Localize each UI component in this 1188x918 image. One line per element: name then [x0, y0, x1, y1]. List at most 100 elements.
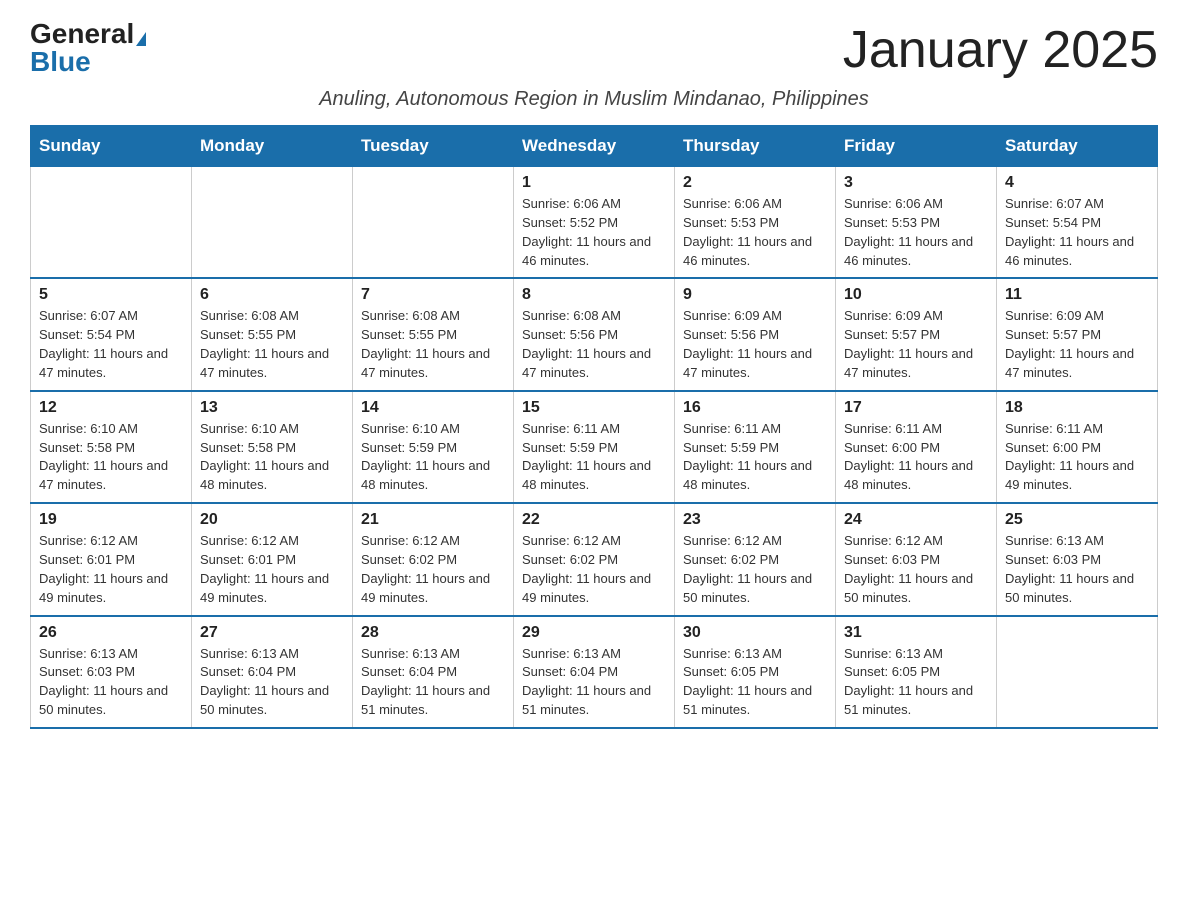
day-number: 28: [361, 624, 505, 642]
day-number: 30: [683, 624, 827, 642]
calendar-week-row: 5 Sunrise: 6:07 AM Sunset: 5:54 PM Daylig…: [31, 278, 1158, 390]
day-info: Sunrise: 6:08 AM Sunset: 5:55 PM Dayligh…: [361, 307, 505, 382]
calendar-table: Sunday Monday Tuesday Wednesday Thursday…: [30, 125, 1158, 729]
day-info: Sunrise: 6:08 AM Sunset: 5:56 PM Dayligh…: [522, 307, 666, 382]
table-row: 30Sunrise: 6:13 AM Sunset: 6:05 PM Dayli…: [675, 616, 836, 728]
table-row: 20 Sunrise: 6:12 AM Sunset: 6:01 PM Dayli…: [192, 503, 353, 615]
day-info: Sunrise: 6:07 AM Sunset: 5:54 PM Dayligh…: [1005, 195, 1149, 270]
logo-general-line: General: [30, 20, 146, 48]
day-info: Sunrise: 6:06 AM Sunset: 5:53 PM Dayligh…: [844, 195, 988, 270]
day-number: 16: [683, 399, 827, 417]
col-tuesday: Tuesday: [353, 126, 514, 167]
month-title: January 2025: [843, 20, 1158, 80]
day-info: Sunrise: 6:13 AM Sunset: 6:04 PM Dayligh…: [522, 645, 666, 720]
day-number: 6: [200, 286, 344, 304]
day-info: Sunrise: 6:13 AM Sunset: 6:04 PM Dayligh…: [361, 645, 505, 720]
table-row: 2 Sunrise: 6:06 AM Sunset: 5:53 PM Daylig…: [675, 167, 836, 279]
table-row: 11Sunrise: 6:09 AM Sunset: 5:57 PM Dayli…: [997, 278, 1158, 390]
day-number: 27: [200, 624, 344, 642]
page-header: General Blue January 2025: [30, 20, 1158, 80]
day-info: Sunrise: 6:13 AM Sunset: 6:03 PM Dayligh…: [39, 645, 183, 720]
day-number: 29: [522, 624, 666, 642]
table-row: 13Sunrise: 6:10 AM Sunset: 5:58 PM Dayli…: [192, 391, 353, 503]
day-number: 12: [39, 399, 183, 417]
logo-general-text: General: [30, 18, 134, 49]
table-row: 16Sunrise: 6:11 AM Sunset: 5:59 PM Dayli…: [675, 391, 836, 503]
day-number: 1: [522, 174, 666, 192]
day-info: Sunrise: 6:12 AM Sunset: 6:01 PM Dayligh…: [200, 532, 344, 607]
logo-blue-text: Blue: [30, 46, 91, 77]
day-info: Sunrise: 6:11 AM Sunset: 6:00 PM Dayligh…: [844, 420, 988, 495]
table-row: 27 Sunrise: 6:13 AM Sunset: 6:04 PM Dayli…: [192, 616, 353, 728]
day-number: 23: [683, 511, 827, 529]
day-number: 4: [1005, 174, 1149, 192]
table-row: 12 Sunrise: 6:10 AM Sunset: 5:58 PM Dayli…: [31, 391, 192, 503]
day-number: 22: [522, 511, 666, 529]
day-number: 26: [39, 624, 183, 642]
day-info: Sunrise: 6:12 AM Sunset: 6:01 PM Dayligh…: [39, 532, 183, 607]
table-row: 7 Sunrise: 6:08 AM Sunset: 5:55 PM Daylig…: [353, 278, 514, 390]
table-row: 22 Sunrise: 6:12 AM Sunset: 6:02 PM Dayli…: [514, 503, 675, 615]
day-info: Sunrise: 6:12 AM Sunset: 6:02 PM Dayligh…: [361, 532, 505, 607]
day-info: Sunrise: 6:07 AM Sunset: 5:54 PM Dayligh…: [39, 307, 183, 382]
table-row: 19 Sunrise: 6:12 AM Sunset: 6:01 PM Dayli…: [31, 503, 192, 615]
day-info: Sunrise: 6:10 AM Sunset: 5:58 PM Dayligh…: [39, 420, 183, 495]
table-row: 3Sunrise: 6:06 AM Sunset: 5:53 PM Daylig…: [836, 167, 997, 279]
table-row: 28 Sunrise: 6:13 AM Sunset: 6:04 PM Dayli…: [353, 616, 514, 728]
table-row: 6 Sunrise: 6:08 AM Sunset: 5:55 PM Daylig…: [192, 278, 353, 390]
day-number: 14: [361, 399, 505, 417]
day-info: Sunrise: 6:11 AM Sunset: 5:59 PM Dayligh…: [522, 420, 666, 495]
day-info: Sunrise: 6:09 AM Sunset: 5:57 PM Dayligh…: [844, 307, 988, 382]
day-info: Sunrise: 6:10 AM Sunset: 5:59 PM Dayligh…: [361, 420, 505, 495]
logo-triangle-icon: [136, 32, 146, 46]
calendar-week-row: 19 Sunrise: 6:12 AM Sunset: 6:01 PM Dayli…: [31, 503, 1158, 615]
col-sunday: Sunday: [31, 126, 192, 167]
day-number: 8: [522, 286, 666, 304]
calendar-week-row: 1Sunrise: 6:06 AM Sunset: 5:52 PM Daylig…: [31, 167, 1158, 279]
table-row: 31 Sunrise: 6:13 AM Sunset: 6:05 PM Dayli…: [836, 616, 997, 728]
table-row: 18 Sunrise: 6:11 AM Sunset: 6:00 PM Dayli…: [997, 391, 1158, 503]
day-info: Sunrise: 6:12 AM Sunset: 6:02 PM Dayligh…: [522, 532, 666, 607]
day-info: Sunrise: 6:13 AM Sunset: 6:04 PM Dayligh…: [200, 645, 344, 720]
day-number: 19: [39, 511, 183, 529]
logo: General Blue: [30, 20, 146, 76]
day-number: 18: [1005, 399, 1149, 417]
day-info: Sunrise: 6:09 AM Sunset: 5:56 PM Dayligh…: [683, 307, 827, 382]
table-row: 4 Sunrise: 6:07 AM Sunset: 5:54 PM Daylig…: [997, 167, 1158, 279]
day-number: 21: [361, 511, 505, 529]
day-number: 10: [844, 286, 988, 304]
col-friday: Friday: [836, 126, 997, 167]
day-number: 11: [1005, 286, 1149, 304]
day-number: 17: [844, 399, 988, 417]
day-number: 25: [1005, 511, 1149, 529]
table-row: 14 Sunrise: 6:10 AM Sunset: 5:59 PM Dayli…: [353, 391, 514, 503]
day-info: Sunrise: 6:08 AM Sunset: 5:55 PM Dayligh…: [200, 307, 344, 382]
day-number: 9: [683, 286, 827, 304]
table-row: 15Sunrise: 6:11 AM Sunset: 5:59 PM Dayli…: [514, 391, 675, 503]
table-row: 9 Sunrise: 6:09 AM Sunset: 5:56 PM Daylig…: [675, 278, 836, 390]
day-number: 24: [844, 511, 988, 529]
table-row: [31, 167, 192, 279]
table-row: 26 Sunrise: 6:13 AM Sunset: 6:03 PM Dayli…: [31, 616, 192, 728]
day-number: 7: [361, 286, 505, 304]
table-row: 29 Sunrise: 6:13 AM Sunset: 6:04 PM Dayli…: [514, 616, 675, 728]
table-row: 25Sunrise: 6:13 AM Sunset: 6:03 PM Dayli…: [997, 503, 1158, 615]
day-number: 5: [39, 286, 183, 304]
day-info: Sunrise: 6:13 AM Sunset: 6:05 PM Dayligh…: [844, 645, 988, 720]
day-number: 2: [683, 174, 827, 192]
table-row: 1Sunrise: 6:06 AM Sunset: 5:52 PM Daylig…: [514, 167, 675, 279]
day-info: Sunrise: 6:06 AM Sunset: 5:53 PM Dayligh…: [683, 195, 827, 270]
day-info: Sunrise: 6:11 AM Sunset: 6:00 PM Dayligh…: [1005, 420, 1149, 495]
col-wednesday: Wednesday: [514, 126, 675, 167]
day-number: 20: [200, 511, 344, 529]
table-row: [353, 167, 514, 279]
table-row: [997, 616, 1158, 728]
col-saturday: Saturday: [997, 126, 1158, 167]
calendar-week-row: 12 Sunrise: 6:10 AM Sunset: 5:58 PM Dayli…: [31, 391, 1158, 503]
table-row: [192, 167, 353, 279]
day-number: 31: [844, 624, 988, 642]
table-row: 24Sunrise: 6:12 AM Sunset: 6:03 PM Dayli…: [836, 503, 997, 615]
table-row: 17 Sunrise: 6:11 AM Sunset: 6:00 PM Dayli…: [836, 391, 997, 503]
subtitle: Anuling, Autonomous Region in Muslim Min…: [30, 88, 1158, 111]
calendar-week-row: 26 Sunrise: 6:13 AM Sunset: 6:03 PM Dayli…: [31, 616, 1158, 728]
